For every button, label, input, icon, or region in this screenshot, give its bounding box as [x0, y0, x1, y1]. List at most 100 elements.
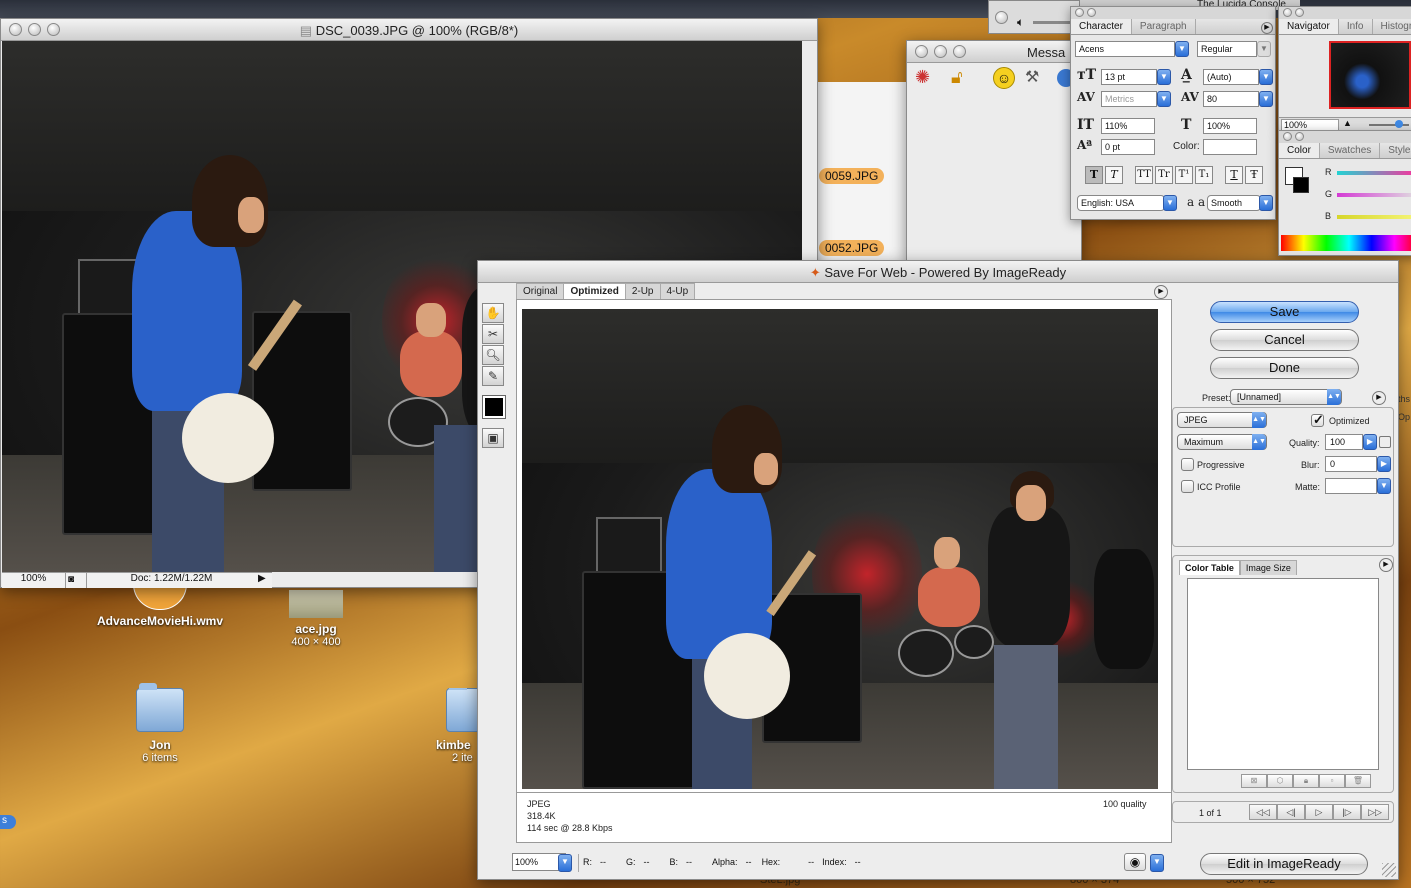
- antialias-dropdown[interactable]: Smooth: [1207, 195, 1261, 211]
- optimize-menu-icon[interactable]: ▶: [1372, 391, 1386, 405]
- palette-menu-icon[interactable]: ▶: [1261, 22, 1273, 34]
- blue-slider[interactable]: [1337, 215, 1411, 219]
- tab-color[interactable]: Color: [1279, 143, 1320, 158]
- last-frame-icon[interactable]: ▷▷: [1361, 804, 1389, 820]
- compression-dropdown[interactable]: Maximum ▲▼: [1177, 434, 1267, 450]
- underline-button[interactable]: T: [1225, 166, 1243, 184]
- optimized-checkbox[interactable]: [1311, 412, 1324, 428]
- tab-image-size[interactable]: Image Size: [1239, 560, 1297, 575]
- tab-info[interactable]: Info: [1339, 19, 1373, 34]
- status-arrow-icon[interactable]: ▶: [258, 573, 266, 584]
- done-button[interactable]: Done: [1210, 357, 1359, 379]
- lock-color-icon[interactable]: 🔒︎: [1293, 774, 1319, 788]
- tab-color-table[interactable]: Color Table: [1179, 560, 1240, 575]
- tab-2-up[interactable]: 2-Up: [624, 283, 661, 299]
- file-label-0052[interactable]: 0052.JPG: [819, 240, 885, 256]
- leading-dropdown-icon[interactable]: ▼: [1259, 69, 1273, 85]
- tab-histogram[interactable]: Histogr: [1373, 19, 1411, 34]
- hand-tool-icon[interactable]: ✋: [482, 303, 504, 323]
- quality-slider-icon[interactable]: ▶: [1363, 434, 1377, 450]
- preview-menu-icon[interactable]: ▶: [1154, 285, 1168, 299]
- quality-field[interactable]: 100: [1325, 434, 1363, 450]
- eyedropper-color-well[interactable]: [482, 395, 506, 419]
- map-transparent-icon[interactable]: ⊠: [1241, 774, 1267, 788]
- minimize-icon[interactable]: [1087, 8, 1096, 17]
- kerning-field[interactable]: Metrics: [1101, 91, 1157, 107]
- first-frame-icon[interactable]: ◁◁: [1249, 804, 1277, 820]
- preset-dropdown[interactable]: [Unnamed] ▲▼: [1230, 389, 1342, 405]
- next-frame-icon[interactable]: |▷: [1333, 804, 1361, 820]
- matte-dropdown-icon[interactable]: ▼: [1377, 478, 1391, 494]
- all-caps-button[interactable]: TT: [1135, 166, 1153, 184]
- color-table-menu-icon[interactable]: ▶: [1379, 558, 1393, 572]
- trash-icon[interactable]: 🗑︎: [1345, 774, 1371, 788]
- background-color-swatch[interactable]: [1293, 177, 1309, 193]
- font-style-dropdown-icon[interactable]: ▼: [1257, 41, 1271, 57]
- slider-thumb[interactable]: [1395, 120, 1403, 128]
- tracking-field[interactable]: 80: [1203, 91, 1259, 107]
- vertical-scale-field[interactable]: 110%: [1101, 118, 1155, 134]
- resize-grip-icon[interactable]: [1382, 863, 1396, 877]
- edit-in-imageready-button[interactable]: Edit in ImageReady: [1200, 853, 1368, 875]
- close-icon[interactable]: [1075, 8, 1084, 17]
- web-shift-icon[interactable]: ⬡: [1267, 774, 1293, 788]
- tab-navigator[interactable]: Navigator: [1279, 19, 1339, 34]
- tab-styles[interactable]: Styles: [1380, 143, 1411, 158]
- file-label-0059[interactable]: 0059.JPG: [819, 168, 885, 184]
- kerning-dropdown-icon[interactable]: ▼: [1157, 91, 1171, 107]
- blur-slider-icon[interactable]: ▶: [1377, 456, 1391, 472]
- leading-field[interactable]: (Auto): [1203, 69, 1259, 85]
- antialias-dropdown-icon[interactable]: ▼: [1259, 195, 1273, 211]
- tracking-dropdown-icon[interactable]: ▼: [1259, 91, 1273, 107]
- save-button[interactable]: Save: [1210, 301, 1359, 323]
- play-icon[interactable]: ▷: [1305, 804, 1333, 820]
- blur-field[interactable]: 0: [1325, 456, 1377, 472]
- preview-zoom-dropdown-icon[interactable]: ▼: [558, 854, 572, 872]
- navigator-zoom-slider[interactable]: [1369, 124, 1409, 126]
- eyedropper-tool-icon[interactable]: ✎: [482, 366, 504, 386]
- quality-mask-icon[interactable]: [1379, 436, 1391, 448]
- color-spectrum-bar[interactable]: [1281, 235, 1411, 251]
- navigator-thumbnail[interactable]: [1329, 41, 1411, 109]
- tab-original[interactable]: Original: [516, 283, 565, 299]
- minimize-icon[interactable]: [1295, 132, 1304, 141]
- tab-character[interactable]: Character: [1071, 19, 1132, 34]
- small-caps-button[interactable]: Tr: [1155, 166, 1173, 184]
- minimize-icon[interactable]: [1295, 8, 1304, 17]
- red-slider[interactable]: [1337, 171, 1411, 175]
- new-color-icon[interactable]: ▫: [1319, 774, 1345, 788]
- minimize-icon[interactable]: [934, 45, 947, 58]
- language-dropdown-icon[interactable]: ▼: [1163, 195, 1177, 211]
- slice-select-tool-icon[interactable]: ✂: [482, 324, 504, 344]
- text-color-swatch[interactable]: [1203, 139, 1257, 155]
- document-zoom-field[interactable]: 100%: [2, 573, 66, 588]
- desktop-icon-ace[interactable]: ace.jpg 400 × 400: [270, 590, 362, 648]
- optimized-preview-image[interactable]: [522, 309, 1158, 789]
- desktop-icon-advancemovie[interactable]: AdvanceMovieHi.wmv: [92, 584, 228, 628]
- tab-optimized[interactable]: Optimized: [563, 283, 626, 299]
- close-icon[interactable]: [995, 11, 1008, 24]
- flower-icon[interactable]: ✺: [915, 67, 939, 89]
- wrench-icon[interactable]: ⚒: [1025, 67, 1047, 89]
- horizontal-scale-field[interactable]: 100%: [1203, 118, 1257, 134]
- close-icon[interactable]: [1283, 132, 1292, 141]
- superscript-button[interactable]: T¹: [1175, 166, 1193, 184]
- faux-italic-button[interactable]: T: [1105, 166, 1123, 184]
- font-family-field[interactable]: Acens: [1075, 41, 1175, 57]
- green-slider[interactable]: [1337, 193, 1411, 197]
- toggle-slices-icon[interactable]: ▣: [482, 428, 504, 448]
- language-dropdown[interactable]: English: USA: [1077, 195, 1165, 211]
- font-family-dropdown-icon[interactable]: ▼: [1175, 41, 1189, 57]
- icc-profile-checkbox[interactable]: [1181, 480, 1194, 493]
- matte-field[interactable]: [1325, 478, 1377, 494]
- zoom-out-icon[interactable]: ▲: [1343, 118, 1352, 128]
- color-table-grid[interactable]: [1187, 578, 1379, 770]
- desktop-icon-kimbe[interactable]: kimbe 2 ite: [436, 688, 480, 764]
- faux-bold-button[interactable]: T: [1085, 166, 1103, 184]
- preview-in-browser-icon[interactable]: ◉: [1124, 853, 1146, 871]
- desktop-icon-jon[interactable]: Jon 6 items: [120, 683, 200, 764]
- format-dropdown[interactable]: JPEG ▲▼: [1177, 412, 1267, 428]
- tab-4-up[interactable]: 4-Up: [659, 283, 696, 299]
- smiley-icon[interactable]: ☺: [993, 67, 1015, 89]
- zoom-icon[interactable]: [953, 45, 966, 58]
